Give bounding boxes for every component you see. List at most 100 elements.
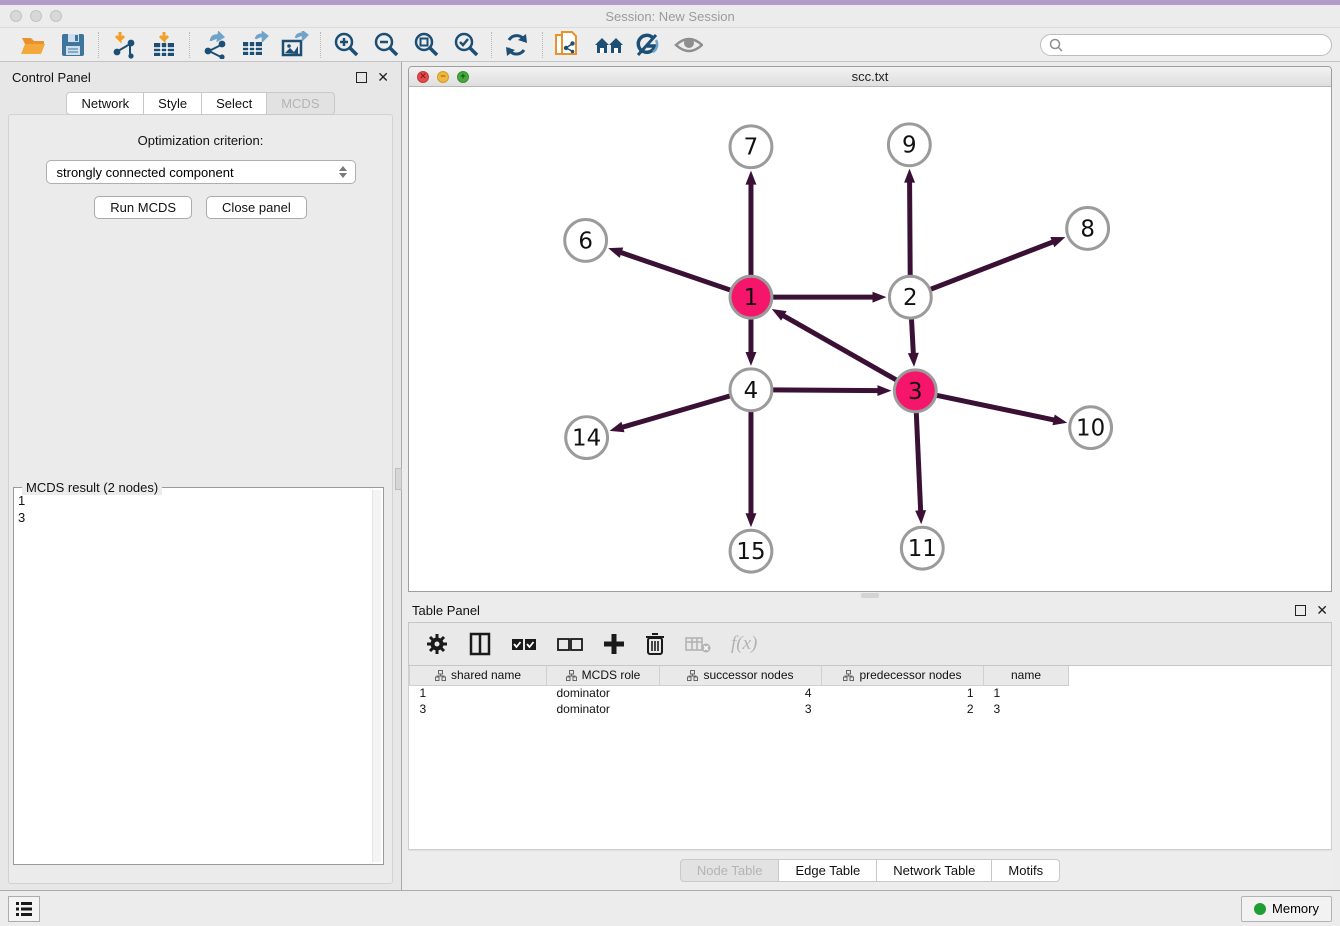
edge-arrowhead	[610, 422, 625, 433]
deselect-all-button[interactable]	[557, 636, 583, 652]
zoom-selected-button[interactable]	[451, 31, 481, 59]
zoom-in-button[interactable]	[331, 31, 361, 59]
edge-3-10[interactable]	[935, 395, 1056, 420]
tab-node-table[interactable]: Node Table	[680, 859, 780, 882]
network-graph: 7968124314101511	[409, 87, 1331, 591]
panel-splitter-handle[interactable]	[395, 468, 402, 490]
save-session-button[interactable]	[58, 31, 88, 59]
copy-network-icon	[553, 30, 583, 60]
result-scrollbar[interactable]	[372, 490, 381, 862]
edge-3-1[interactable]	[782, 315, 898, 381]
table-row[interactable]: 1dominator411	[410, 685, 1069, 701]
task-history-button[interactable]	[8, 896, 40, 922]
column-header[interactable]: predecessor nodes	[822, 666, 984, 685]
import-network-button[interactable]	[109, 31, 139, 59]
edge-4-14[interactable]	[621, 395, 732, 427]
show-column-button[interactable]	[469, 632, 491, 656]
refresh-layout-button[interactable]	[502, 31, 532, 59]
export-image-icon	[280, 31, 310, 59]
table-cell: 1	[822, 685, 984, 701]
export-table-icon	[240, 31, 270, 59]
table-cell: 3	[984, 701, 1069, 717]
plus-icon	[603, 633, 625, 655]
tab-edge-table[interactable]: Edge Table	[779, 859, 877, 882]
column-header-label: name	[1011, 668, 1041, 682]
open-session-button[interactable]	[18, 31, 48, 59]
column-type-icon	[843, 670, 854, 681]
edge-2-3[interactable]	[911, 317, 913, 355]
column-header[interactable]: MCDS role	[547, 666, 660, 685]
zoom-out-icon	[372, 31, 400, 59]
float-panel-icon[interactable]	[356, 72, 367, 83]
optimization-criterion-label: Optimization criterion:	[9, 133, 392, 148]
table-tabstrip: Node Table Edge Table Network Table Moti…	[408, 850, 1332, 890]
window-title: Session: New Session	[0, 9, 1340, 24]
export-network-button[interactable]	[200, 31, 230, 59]
search-box[interactable]	[1040, 34, 1332, 56]
edge-arrowhead	[608, 248, 623, 258]
edge-arrowhead	[872, 292, 886, 303]
memory-label: Memory	[1272, 901, 1319, 916]
node-table-body: 1dominator4113dominator323	[410, 685, 1069, 717]
run-mcds-button[interactable]: Run MCDS	[94, 196, 192, 219]
delete-rows-button[interactable]	[645, 632, 665, 656]
node-table-header: shared nameMCDS rolesuccessor nodesprede…	[410, 666, 1069, 685]
graph-node-label-3: 3	[908, 379, 923, 405]
horizontal-splitter[interactable]	[408, 592, 1332, 598]
selected-option: strongly connected component	[57, 165, 234, 180]
graph-node-label-11: 11	[908, 536, 937, 562]
graph-node-label-6: 6	[578, 228, 593, 254]
tab-network-table[interactable]: Network Table	[877, 859, 992, 882]
close-panel-button[interactable]: Close panel	[206, 196, 307, 219]
edge-3-11[interactable]	[916, 411, 921, 513]
close-table-panel-icon[interactable]: ✕	[1316, 605, 1328, 616]
zoom-fit-button[interactable]	[411, 31, 441, 59]
tab-motifs[interactable]: Motifs	[992, 859, 1060, 882]
main-toolbar	[0, 28, 1340, 62]
network-window-titlebar[interactable]: ✕ − + scc.txt	[409, 67, 1331, 87]
gestalt-icon	[633, 31, 663, 59]
export-image-button[interactable]	[280, 31, 310, 59]
tab-select[interactable]: Select	[202, 92, 267, 115]
column-header[interactable]: shared name	[410, 666, 547, 685]
network-view-window: ✕ − + scc.txt 7968124314101511	[408, 66, 1332, 592]
select-all-button[interactable]	[511, 636, 537, 652]
visibility-toggle-button[interactable]	[673, 31, 703, 59]
edge-2-8[interactable]	[929, 241, 1054, 290]
control-panel-title: Control Panel	[12, 70, 91, 85]
table-cell: 1	[410, 685, 547, 701]
gear-icon	[425, 632, 449, 656]
table-cell: dominator	[547, 701, 660, 717]
add-function-button[interactable]	[603, 633, 625, 655]
search-input[interactable]	[1067, 38, 1323, 52]
tab-style[interactable]: Style	[144, 92, 202, 115]
table-cell: 3	[660, 701, 822, 717]
tab-mcds[interactable]: MCDS	[267, 92, 334, 115]
edge-2-9[interactable]	[910, 181, 911, 278]
column-header[interactable]: name	[984, 666, 1069, 685]
home-neighbors-button[interactable]	[593, 31, 623, 59]
mcds-result-text[interactable]: 1 3	[18, 492, 371, 862]
zoom-out-button[interactable]	[371, 31, 401, 59]
import-table-icon	[150, 31, 178, 59]
close-panel-icon[interactable]: ✕	[377, 72, 389, 83]
node-table-area[interactable]: shared nameMCDS rolesuccessor nodesprede…	[408, 666, 1332, 850]
edge-arrowhead	[745, 352, 756, 366]
gestalt-toggle-button[interactable]	[633, 31, 663, 59]
edge-1-6[interactable]	[620, 252, 733, 291]
column-header[interactable]: successor nodes	[660, 666, 822, 685]
import-table-button[interactable]	[149, 31, 179, 59]
memory-button[interactable]: Memory	[1241, 896, 1332, 922]
network-canvas[interactable]: 7968124314101511	[409, 87, 1331, 591]
float-table-panel-icon[interactable]	[1295, 605, 1306, 616]
edge-4-3[interactable]	[771, 390, 880, 391]
table-row[interactable]: 3dominator323	[410, 701, 1069, 717]
zoom-fit-icon	[412, 31, 440, 59]
optimization-criterion-select[interactable]: strongly connected component	[46, 160, 356, 184]
table-settings-button[interactable]	[425, 632, 449, 656]
export-table-button[interactable]	[240, 31, 270, 59]
copy-network-button[interactable]	[553, 31, 583, 59]
node-table: shared nameMCDS rolesuccessor nodesprede…	[409, 666, 1069, 717]
tab-network[interactable]: Network	[66, 92, 144, 115]
table-cell: 2	[822, 701, 984, 717]
